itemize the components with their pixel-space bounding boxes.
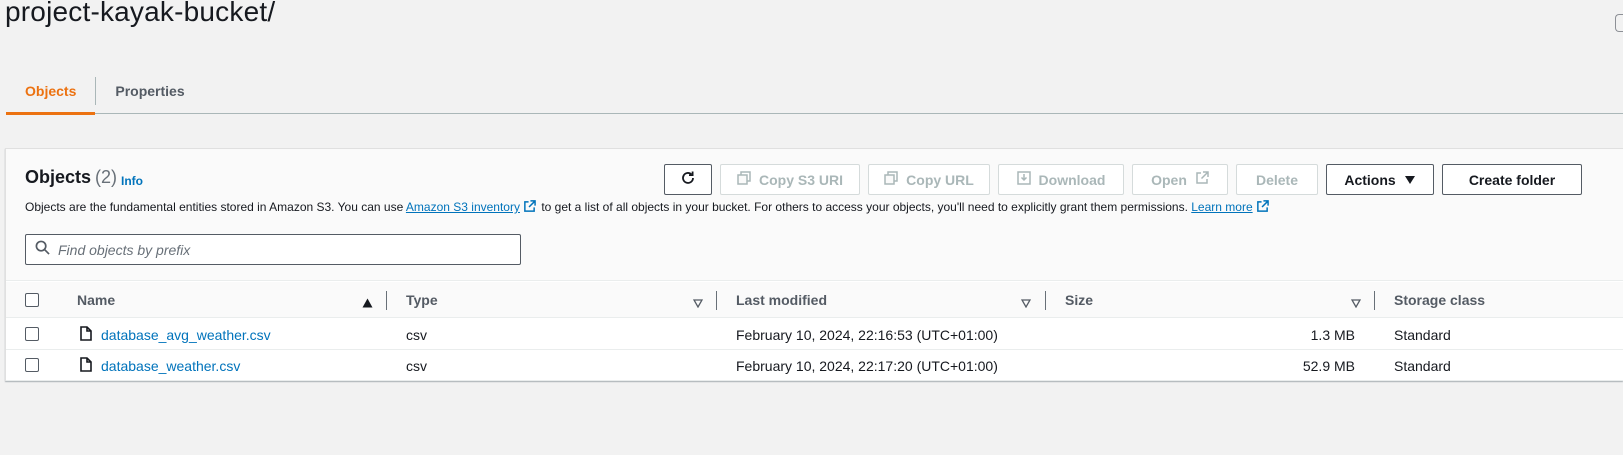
- sort-asc-icon[interactable]: [362, 295, 373, 313]
- copy-s3-uri-button[interactable]: Copy S3 URI: [720, 164, 860, 195]
- download-label: Download: [1038, 171, 1106, 188]
- object-last-modified: February 10, 2024, 22:17:20 (UTC+01:00): [736, 357, 998, 374]
- copy-icon: [737, 171, 751, 188]
- objects-heading: Objects (2): [25, 167, 117, 188]
- table-row[interactable]: database_weather.csv csv February 10, 20…: [6, 350, 1623, 381]
- download-button[interactable]: Download: [998, 164, 1124, 195]
- objects-description: Objects are the fundamental entities sto…: [25, 200, 1271, 216]
- copy-url-button[interactable]: Copy URL: [868, 164, 990, 195]
- external-link-icon[interactable]: [1256, 200, 1269, 216]
- objects-count: (2): [95, 167, 118, 187]
- offscreen-button-fragment[interactable]: [1615, 14, 1623, 32]
- info-link[interactable]: Info: [121, 174, 143, 188]
- column-divider[interactable]: [386, 291, 387, 310]
- search-icon: [35, 240, 50, 260]
- object-storage-class: Standard: [1394, 357, 1451, 374]
- download-icon: [1016, 171, 1031, 188]
- objects-heading-label: Objects: [25, 167, 92, 187]
- sort-icon[interactable]: [1020, 295, 1032, 313]
- object-storage-class: Standard: [1394, 326, 1451, 343]
- open-button[interactable]: Open: [1132, 164, 1228, 195]
- refresh-icon: [680, 170, 696, 189]
- column-header-size[interactable]: Size: [1065, 282, 1093, 318]
- actions-label: Actions: [1344, 171, 1396, 188]
- object-last-modified: February 10, 2024, 22:16:53 (UTC+01:00): [736, 326, 998, 343]
- column-divider[interactable]: [1374, 291, 1375, 310]
- column-divider[interactable]: [716, 291, 717, 310]
- tab-objects[interactable]: Objects: [6, 68, 96, 115]
- actions-button[interactable]: Actions: [1326, 164, 1434, 195]
- row-checkbox[interactable]: [25, 358, 39, 372]
- caret-down-icon: [1404, 172, 1416, 188]
- column-header-storage-class[interactable]: Storage class: [1394, 282, 1485, 318]
- column-header-type[interactable]: Type: [406, 282, 438, 318]
- refresh-button[interactable]: [664, 164, 712, 195]
- table-row[interactable]: database_avg_weather.csv csv February 10…: [6, 319, 1623, 350]
- search-field[interactable]: [25, 234, 521, 265]
- copy-s3-uri-label: Copy S3 URI: [758, 171, 843, 188]
- column-divider[interactable]: [1045, 291, 1046, 310]
- search-input[interactable]: [58, 241, 520, 258]
- description-text-2: to get a list of all objects in your buc…: [537, 200, 1192, 214]
- external-link-icon[interactable]: [523, 200, 536, 216]
- object-type: csv: [406, 357, 427, 374]
- column-header-name[interactable]: Name: [77, 282, 115, 318]
- delete-button[interactable]: Delete: [1236, 164, 1318, 195]
- external-link-icon: [1195, 171, 1209, 188]
- object-size: 52.9 MB: [1302, 357, 1355, 374]
- objects-panel-header: Objects (2) Info Copy S3 URI Copy URL Dow…: [6, 149, 1623, 281]
- object-name-link[interactable]: database_avg_weather.csv: [101, 319, 271, 350]
- copy-icon: [884, 171, 898, 188]
- object-size: 1.3 MB: [1310, 326, 1355, 343]
- object-type: csv: [406, 326, 427, 343]
- file-icon: [80, 357, 92, 377]
- create-folder-button[interactable]: Create folder: [1442, 164, 1582, 195]
- row-checkbox[interactable]: [25, 327, 39, 341]
- select-all-checkbox[interactable]: [25, 293, 39, 307]
- tab-properties[interactable]: Properties: [96, 68, 203, 114]
- copy-url-label: Copy URL: [906, 171, 974, 188]
- sort-icon[interactable]: [692, 295, 704, 313]
- object-name-link[interactable]: database_weather.csv: [101, 350, 240, 381]
- sort-icon[interactable]: [1350, 295, 1362, 313]
- table-header: Name Type Last modified Size Storage cla…: [6, 282, 1623, 318]
- inventory-link[interactable]: Amazon S3 inventory: [406, 200, 520, 214]
- objects-panel: Objects (2) Info Copy S3 URI Copy URL Dow…: [5, 148, 1623, 381]
- page-title: project-kayak-bucket/: [5, 0, 276, 27]
- delete-label: Delete: [1255, 171, 1299, 188]
- file-icon: [80, 326, 92, 346]
- column-header-last-modified[interactable]: Last modified: [736, 282, 827, 318]
- create-folder-label: Create folder: [1468, 171, 1556, 188]
- open-label: Open: [1151, 171, 1187, 188]
- learn-more-link[interactable]: Learn more: [1191, 200, 1252, 214]
- tab-bar: Objects Properties: [6, 68, 1623, 115]
- description-text-1: Objects are the fundamental entities sto…: [25, 200, 406, 214]
